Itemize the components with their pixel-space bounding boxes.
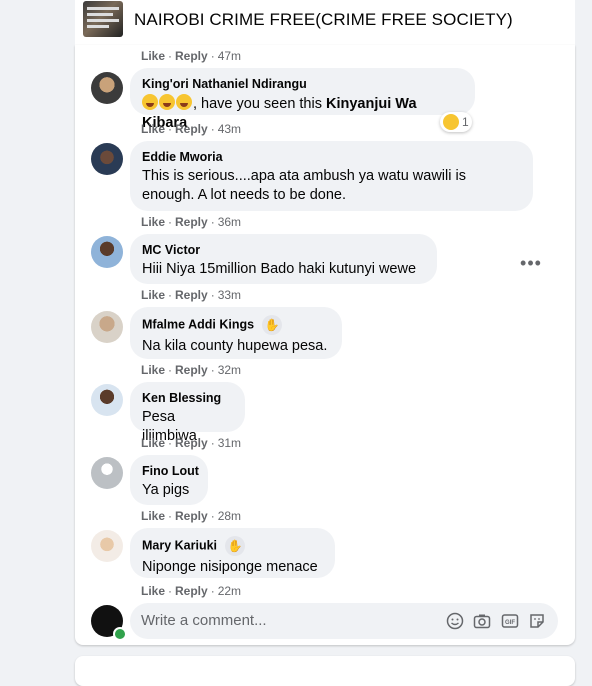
avatar[interactable]: [91, 384, 123, 416]
laughing-emoji-icon: [176, 94, 192, 110]
comment-time[interactable]: 22m: [218, 584, 241, 598]
next-post-card: [75, 656, 575, 686]
svg-text:GIF: GIF: [505, 620, 515, 626]
comment-bubble: King'ori Nathaniel Ndirangu , have you s…: [130, 68, 475, 131]
reply-link[interactable]: Reply: [175, 436, 208, 450]
comment-meta: Like · Reply · 32m: [141, 363, 242, 377]
scrollbar[interactable]: [584, 0, 592, 671]
comment-text: Ya pigs: [142, 482, 190, 498]
reply-link[interactable]: Reply: [175, 288, 208, 302]
comment-meta: Like · Reply · 33m: [141, 288, 242, 302]
commenter-name: Mfalme Addi Kings ✋: [142, 315, 330, 335]
reply-link[interactable]: Reply: [175, 584, 208, 598]
comment-time[interactable]: 31m: [218, 436, 241, 450]
avatar[interactable]: [91, 72, 123, 104]
avatar[interactable]: [91, 236, 123, 268]
top-fan-badge-icon: ✋: [225, 536, 246, 556]
like-link[interactable]: Like: [141, 436, 165, 450]
comment-meta: Like · Reply · 43m: [141, 122, 242, 136]
like-link[interactable]: Like: [141, 363, 165, 377]
gif-icon[interactable]: GIF: [501, 612, 519, 630]
avatar[interactable]: [91, 530, 123, 562]
comment-time[interactable]: 36m: [218, 215, 241, 229]
comment-input[interactable]: Write a comment...: [141, 612, 267, 629]
comment-text: Niponge nisiponge menace: [142, 559, 318, 575]
top-fan-badge-icon: ✋: [262, 315, 283, 335]
like-link[interactable]: Like: [141, 584, 165, 598]
like-link[interactable]: Like: [141, 49, 165, 63]
comment-meta: Like · Reply · 31m: [141, 436, 242, 450]
emoji-icon[interactable]: [446, 612, 464, 630]
like-link[interactable]: Like: [141, 509, 165, 523]
like-link[interactable]: Like: [141, 288, 165, 302]
reaction-count: 1: [462, 115, 469, 129]
comment-time[interactable]: 32m: [218, 363, 241, 377]
reply-link[interactable]: Reply: [175, 122, 208, 136]
laughing-emoji-icon: [159, 94, 175, 110]
comment-time[interactable]: 43m: [218, 122, 241, 136]
comment-bubble: Mfalme Addi Kings ✋ Na kila county hupewa…: [130, 307, 342, 359]
commenter-name[interactable]: Fino Lout: [142, 463, 199, 479]
group-title[interactable]: NAIROBI CRIME FREE(CRIME FREE SOCIETY): [134, 10, 513, 30]
reply-link[interactable]: Reply: [175, 363, 208, 377]
comment-text: Hiii Niya 15million Bado haki kutunyi we…: [142, 261, 417, 277]
comment-text: Na kila county hupewa pesa.: [142, 338, 328, 354]
reaction-badge[interactable]: 1: [440, 112, 472, 132]
comment-time[interactable]: 28m: [218, 509, 241, 523]
comment-bubble: Ken Blessing Pesa iliimbiwa: [130, 382, 245, 444]
comment-time[interactable]: 47m: [218, 49, 241, 63]
commenter-name: Mary Kariuki ✋: [142, 536, 323, 556]
avatar[interactable]: [91, 143, 123, 175]
comments-panel: Like · Reply · 47m King'ori Nathaniel Ndiran…: [75, 45, 575, 645]
more-options-icon[interactable]: •••: [519, 254, 543, 278]
avatar[interactable]: [91, 311, 123, 343]
reply-link[interactable]: Reply: [175, 509, 208, 523]
group-header: NAIROBI CRIME FREE(CRIME FREE SOCIETY): [75, 0, 575, 46]
comment-meta: Like · Reply · 36m: [141, 215, 242, 229]
comment-meta: Like · Reply · 47m: [141, 49, 242, 63]
comment-composer[interactable]: Write a comment... GIF: [130, 603, 558, 639]
like-link[interactable]: Like: [141, 122, 165, 136]
commenter-name[interactable]: Ken Blessing: [142, 390, 233, 406]
comment-text: This is serious....apa ata ambush ya wat…: [142, 168, 466, 203]
comment-meta: Like · Reply · 28m: [141, 509, 242, 523]
group-thumbnail[interactable]: [83, 1, 123, 37]
laughing-emoji-icon: [142, 94, 158, 110]
comment-bubble: Fino Lout Ya pigs: [130, 455, 208, 505]
comment-time[interactable]: 33m: [218, 288, 241, 302]
comment-meta: Like · Reply · 22m: [141, 584, 242, 598]
like-link[interactable]: Like: [141, 215, 165, 229]
comment-bubble: MC Victor Hiii Niya 15million Bado haki …: [130, 234, 437, 284]
camera-icon[interactable]: [473, 612, 491, 630]
comment-bubble: Mary Kariuki ✋ Niponge nisiponge menace: [130, 528, 335, 578]
reply-link[interactable]: Reply: [175, 215, 208, 229]
sticker-icon[interactable]: [528, 612, 546, 630]
haha-reaction-icon: [443, 114, 459, 130]
commenter-name[interactable]: Eddie Mworia: [142, 149, 521, 165]
commenter-name[interactable]: MC Victor: [142, 242, 425, 258]
reply-link[interactable]: Reply: [175, 49, 208, 63]
online-status-indicator: [113, 627, 127, 641]
avatar[interactable]: [91, 457, 123, 489]
commenter-name[interactable]: King'ori Nathaniel Ndirangu: [142, 76, 463, 92]
comment-bubble: Eddie Mworia This is serious....apa ata …: [130, 141, 533, 211]
